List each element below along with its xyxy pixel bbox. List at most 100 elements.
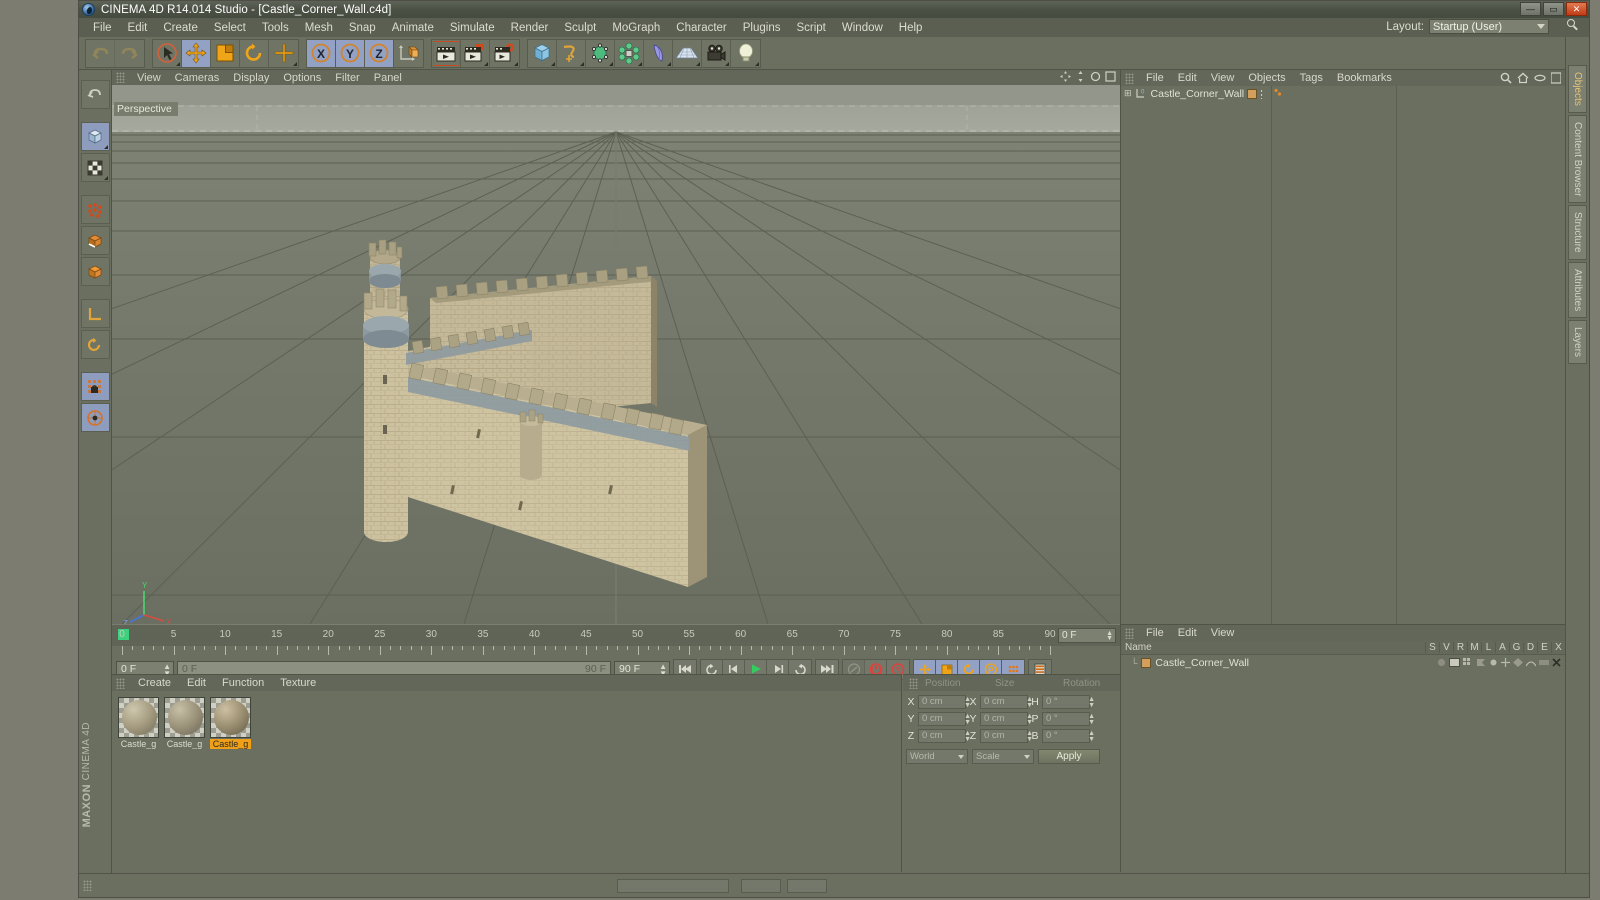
structure-menu-item-edit[interactable]: Edit [1171,627,1204,639]
menu-item-snap[interactable]: Snap [341,21,384,35]
viewport-menu-item-view[interactable]: View [130,72,168,84]
material-preview[interactable] [210,697,251,738]
add-array-button[interactable] [615,39,644,67]
timeline-ruler[interactable]: 0 5 10 15 20 25 30 35 40 45 50 55 60 65 70 75 80 85 90 0 F… [112,624,1120,646]
viewport-menu-item-options[interactable]: Options [276,72,328,84]
material-cell[interactable]: Castle_g [164,697,205,749]
undo-view-button[interactable] [80,80,110,109]
structure-column-header[interactable]: R [1453,642,1467,653]
material-name[interactable]: Castle_g [118,739,159,749]
search-icon[interactable] [1500,72,1512,87]
material-preview[interactable] [164,697,205,738]
render-view-button[interactable] [432,39,461,67]
model-mode-button[interactable] [80,122,110,151]
add-deformer-button[interactable] [644,39,673,67]
coordinate-value-input[interactable]: 0 ° ▲ ▼ [1042,711,1095,726]
dock-tab-content-browser[interactable]: Content Browser [1568,114,1587,204]
structure-row[interactable]: └ Castle_Corner_Wall [1121,655,1565,670]
enable-axis-button[interactable] [80,372,110,401]
panel-grip-icon[interactable] [1125,72,1134,84]
coordinate-value-input[interactable]: 0 cm ▲ ▼ [980,694,1033,709]
points-mode-button[interactable] [80,195,110,224]
material-menu-item-create[interactable]: Create [130,677,179,689]
menu-item-help[interactable]: Help [891,21,931,35]
render-region-button[interactable] [461,39,490,67]
panel-grip-icon[interactable] [116,72,125,83]
zoom-icon[interactable] [1075,71,1086,85]
scale-button[interactable] [211,39,240,67]
coordinate-mode-dropdown[interactable]: Scale [972,749,1034,764]
coordinate-value-input[interactable]: 0 cm ▲ ▼ [918,711,971,726]
lock-y-button[interactable]: Y [336,39,365,67]
home-icon[interactable] [1517,72,1529,87]
object-menu-item-objects[interactable]: Objects [1241,72,1292,84]
menu-item-script[interactable]: Script [788,21,833,35]
structure-column-header[interactable]: L [1481,642,1495,653]
stepper-icon[interactable]: ▲▼ [1026,730,1033,743]
add-cube-button[interactable] [528,39,557,67]
redo-button[interactable] [115,39,144,67]
menu-item-file[interactable]: File [85,21,120,35]
structure-column-header[interactable]: G [1509,642,1523,653]
coordinate-value-input[interactable]: 0 ° ▲ ▼ [1042,728,1095,743]
ellipse-icon[interactable] [1534,72,1546,87]
stepper-icon[interactable]: ▲▼ [1026,713,1033,726]
dock-tab-layers[interactable]: Layers [1568,320,1587,365]
cursor-plus-button[interactable] [269,39,298,67]
undo-button[interactable] [86,39,115,67]
viewport-menu-item-filter[interactable]: Filter [328,72,366,84]
material-cell[interactable]: Castle_g [210,697,251,749]
viewport-solo-button[interactable] [80,330,110,359]
object-tree-row[interactable]: ⊞ 0 Castle_Corner_Wall [1121,86,1565,101]
texture-mode-button[interactable] [80,153,110,182]
menu-search-button[interactable] [1567,19,1581,33]
menu-item-animate[interactable]: Animate [384,21,442,35]
stepper-icon[interactable]: ▲▼ [1106,630,1113,642]
coordinate-value-input[interactable]: 0 cm ▲ ▼ [980,728,1033,743]
panel-grip-icon[interactable] [1125,627,1134,639]
menu-item-plugins[interactable]: Plugins [735,21,789,35]
menu-item-create[interactable]: Create [155,21,206,35]
viewport-menu-item-panel[interactable]: Panel [367,72,409,84]
add-nurbs-button[interactable] [586,39,615,67]
structure-column-header[interactable]: D [1523,642,1537,653]
menu-item-tools[interactable]: Tools [254,21,297,35]
stepper-icon[interactable]: ▲▼ [1026,696,1033,709]
minimize-button[interactable]: — [1520,2,1541,16]
world-object-axis-button[interactable] [394,39,423,67]
menu-item-edit[interactable]: Edit [120,21,156,35]
viewport-menu-item-display[interactable]: Display [226,72,276,84]
maximize-button[interactable]: ▭ [1543,2,1564,16]
dock-tab-structure[interactable]: Structure [1568,205,1587,260]
material-name[interactable]: Castle_g [210,739,251,749]
material-preview[interactable] [118,697,159,738]
stepper-icon[interactable]: ▲▼ [964,730,971,743]
structure-column-header[interactable]: Name [1125,642,1425,653]
material-menu-item-edit[interactable]: Edit [179,677,214,689]
timeline-frame-field[interactable]: 0 F ▲ ▼ [1058,628,1116,643]
maximize-view-icon[interactable] [1105,71,1116,85]
object-menu-item-edit[interactable]: Edit [1171,72,1204,84]
structure-column-header[interactable]: S [1425,642,1439,653]
dock-tab-objects[interactable]: Objects [1568,65,1587,113]
polygons-mode-button[interactable] [80,257,110,286]
add-camera-button[interactable] [702,39,731,67]
stepper-icon[interactable]: ▲▼ [1088,730,1095,743]
coordinate-system-dropdown[interactable]: World [906,749,968,764]
stepper-icon[interactable]: ▲▼ [1088,713,1095,726]
coordinate-value-input[interactable]: 0 cm ▲ ▼ [980,711,1033,726]
add-floor-button[interactable] [673,39,702,67]
menu-item-character[interactable]: Character [668,21,735,35]
layout-dropdown[interactable]: Startup (User) [1429,19,1549,34]
structure-column-header[interactable]: A [1495,642,1509,653]
rotate-icon[interactable] [1090,71,1101,85]
material-menu-item-texture[interactable]: Texture [272,677,324,689]
visibility-dots-icon[interactable] [1273,88,1283,101]
lock-z-button[interactable]: Z [365,39,394,67]
stepper-icon[interactable]: ▲▼ [964,696,971,709]
object-menu-item-file[interactable]: File [1139,72,1171,84]
add-spline-button[interactable] [557,39,586,67]
add-light-button[interactable] [731,39,760,67]
structure-menu-item-file[interactable]: File [1139,627,1171,639]
material-menu-item-function[interactable]: Function [214,677,272,689]
